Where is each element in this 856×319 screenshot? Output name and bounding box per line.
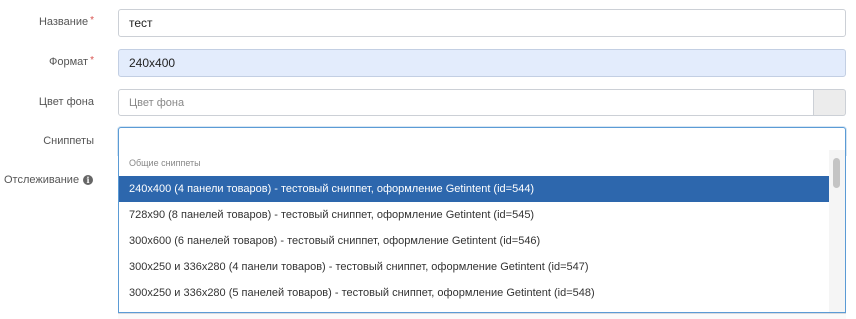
info-icon[interactable]: i [83, 175, 94, 185]
name-label: Название * [38, 15, 94, 28]
snippets-dropdown[interactable]: Общие сниппеты 240x400 (4 панели товаров… [118, 150, 846, 313]
dropdown-option[interactable]: 300x250 и 336x280 (4 панели товаров) - т… [119, 254, 829, 280]
dropdown-scrollbar[interactable] [829, 150, 845, 312]
underlying-field [118, 313, 846, 319]
color-swatch[interactable] [814, 89, 846, 116]
scrollbar-thumb[interactable] [833, 158, 840, 188]
snippets-label: Сниппеты [43, 135, 94, 147]
name-input[interactable] [129, 16, 835, 30]
dropdown-option[interactable]: 300x600 (6 панелей товаров) - тестовый с… [119, 228, 829, 254]
required-mark: * [90, 55, 94, 66]
dropdown-group-header: Общие сниппеты [129, 158, 201, 168]
format-value: 240x400 [129, 56, 176, 70]
bg-color-input[interactable] [129, 96, 803, 109]
required-mark: * [90, 15, 94, 26]
format-label: Формат * [49, 55, 94, 68]
dropdown-option[interactable]: 728x90 (8 панелей товаров) - тестовый сн… [119, 202, 829, 228]
tracking-label: Отслеживание i [4, 174, 108, 186]
bg-color-label: Цвет фона [38, 96, 94, 108]
dropdown-option[interactable]: 300x250 и 336x280 (5 панелей товаров) - … [119, 280, 829, 306]
bg-color-field[interactable] [118, 89, 814, 116]
format-select[interactable]: 240x400 [118, 49, 846, 77]
name-field[interactable] [118, 9, 846, 37]
dropdown-option[interactable]: 240x400 (4 панели товаров) - тестовый сн… [119, 176, 829, 202]
